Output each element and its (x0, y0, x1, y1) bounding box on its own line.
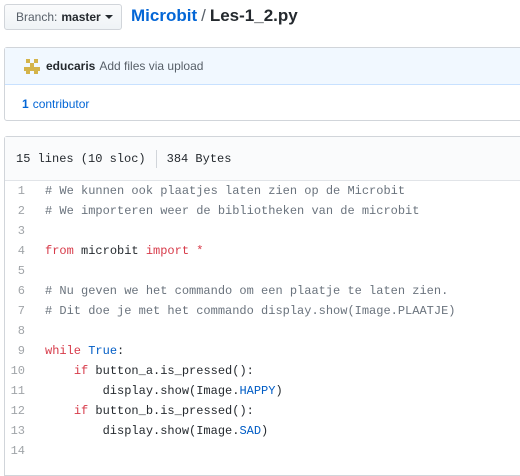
breadcrumb-separator: / (201, 6, 206, 25)
code-line: 10 if button_a.is_pressed(): (5, 361, 520, 381)
latest-commit-bar: educaris Add files via upload (5, 48, 520, 85)
code-line: 8 (5, 321, 520, 341)
breadcrumb-file-name: Les-1_2.py (209, 6, 298, 25)
code-token: button_a.is_pressed(): (88, 364, 254, 378)
breadcrumb: Microbit / Les-1_2.py (131, 5, 298, 27)
contributors-bar[interactable]: 1 contributor (5, 85, 520, 122)
file-header: 15 lines (10 sloc) 384 Bytes (5, 137, 520, 181)
code-text: if button_a.is_pressed(): (45, 361, 254, 381)
code-table: 1 # We kunnen ook plaatjes laten zien op … (5, 181, 520, 461)
line-number[interactable]: 14 (5, 441, 45, 461)
code-line: 13 display.show(Image.SAD) (5, 421, 520, 441)
branch-prefix-label: Branch: (16, 10, 58, 24)
code-token: button_b.is_pressed(): (88, 404, 254, 418)
code-text: display.show(Image.HAPPY) (45, 381, 283, 401)
code-token: HAPPY (239, 384, 276, 398)
line-number[interactable]: 8 (5, 321, 45, 341)
line-number[interactable]: 1 (5, 181, 45, 201)
code-token: SAD (239, 424, 262, 438)
code-line: 7 # Dit doe je met het commando display.s… (5, 301, 520, 321)
code-token: ) (275, 384, 283, 398)
code-text: # We kunnen ook plaatjes laten zien op d… (45, 181, 405, 201)
branch-name: master (61, 10, 101, 24)
code-token: display.show(Image. (45, 424, 240, 438)
line-number[interactable]: 12 (5, 401, 45, 421)
line-number[interactable]: 2 (5, 201, 45, 221)
code-token: while (45, 344, 82, 358)
code-text: # Nu geven we het commando om een plaatj… (45, 281, 448, 301)
contributor-label[interactable]: contributor (33, 97, 90, 111)
code-token: # Nu geven we het commando om een plaatj… (45, 284, 449, 298)
code-line: 4 from microbit import * (5, 241, 520, 261)
code-token: * (196, 244, 204, 258)
code-text: # Dit doe je met het commando display.sh… (45, 301, 455, 321)
code-token: from (45, 244, 74, 258)
code-line: 9 while True: (5, 341, 520, 361)
code-line: 1 # We kunnen ook plaatjes laten zien op … (5, 181, 520, 201)
line-number[interactable]: 4 (5, 241, 45, 261)
code-line: 12 if button_b.is_pressed(): (5, 401, 520, 421)
code-token: # We kunnen ook plaatjes laten zien op d… (45, 184, 406, 198)
file-view: 15 lines (10 sloc) 384 Bytes 1 # We kunne… (4, 136, 520, 476)
line-number[interactable]: 5 (5, 261, 45, 281)
code-line: 14 (5, 441, 520, 461)
code-token: # We importeren weer de bibliotheken van… (45, 204, 420, 218)
contributor-count[interactable]: 1 (22, 97, 29, 111)
code-token: microbit (73, 244, 146, 258)
branch-selector-button[interactable]: Branch: master (4, 4, 122, 30)
code-token: import (145, 244, 190, 258)
code-line: 3 (5, 221, 520, 241)
code-line: 5 (5, 261, 520, 281)
line-number[interactable]: 13 (5, 421, 45, 441)
line-number[interactable]: 9 (5, 341, 45, 361)
file-size: 384 Bytes (166, 151, 232, 166)
breadcrumb-repo-link[interactable]: Microbit (131, 5, 197, 27)
code-token: if (73, 404, 89, 418)
file-line-count: 15 lines (10 sloc) (16, 151, 146, 166)
code-line: 11 display.show(Image.HAPPY) (5, 381, 520, 401)
commit-info-box: educaris Add files via upload 1 contribu… (4, 47, 520, 121)
code-token: display.show(Image. (45, 384, 240, 398)
code-token: : (117, 344, 125, 358)
commit-author-link[interactable]: educaris (46, 59, 95, 73)
code-text: from microbit import * (45, 241, 203, 261)
code-text: while True: (45, 341, 124, 361)
commit-message-link[interactable]: Add files via upload (99, 59, 203, 73)
file-info-divider (155, 149, 157, 168)
code-token: ) (261, 424, 269, 438)
line-number[interactable]: 6 (5, 281, 45, 301)
caret-down-icon (104, 15, 113, 19)
code-token: True (88, 344, 118, 358)
code-text: # We importeren weer de bibliotheken van… (45, 201, 419, 221)
code-token: if (73, 364, 89, 378)
code-line: 6 # Nu geven we het commando om een plaat… (5, 281, 520, 301)
line-number[interactable]: 10 (5, 361, 45, 381)
avatar[interactable] (22, 56, 42, 76)
code-line: 2 # We importeren weer de bibliotheken va… (5, 201, 520, 221)
code-text: if button_b.is_pressed(): (45, 401, 254, 421)
code-text: display.show(Image.SAD) (45, 421, 269, 441)
line-number[interactable]: 11 (5, 381, 45, 401)
line-number[interactable]: 3 (5, 221, 45, 241)
code-token: # Dit doe je met het commando display.sh… (45, 304, 456, 318)
line-number[interactable]: 7 (5, 301, 45, 321)
